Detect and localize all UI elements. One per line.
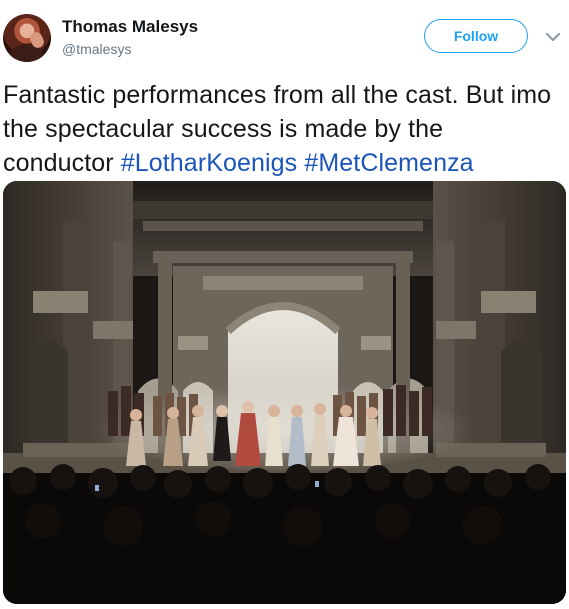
follow-button[interactable]: Follow	[424, 19, 528, 53]
hashtag-link[interactable]: #LotharKoenigs	[121, 149, 298, 177]
hashtag-link[interactable]: #MetClemenza	[304, 149, 473, 177]
chevron-down-glyph	[546, 32, 560, 41]
user-name[interactable]: Thomas Malesys	[62, 17, 198, 37]
tweet-header: Thomas Malesys @tmalesys Follow	[0, 0, 569, 70]
tweet-photo[interactable]	[3, 181, 566, 604]
tweet-text: Fantastic performances from all the cast…	[3, 78, 559, 180]
chevron-down-icon[interactable]	[544, 28, 562, 46]
user-handle[interactable]: @tmalesys	[62, 41, 131, 57]
opera-stage-photo	[3, 181, 566, 604]
avatar[interactable]	[3, 14, 51, 62]
